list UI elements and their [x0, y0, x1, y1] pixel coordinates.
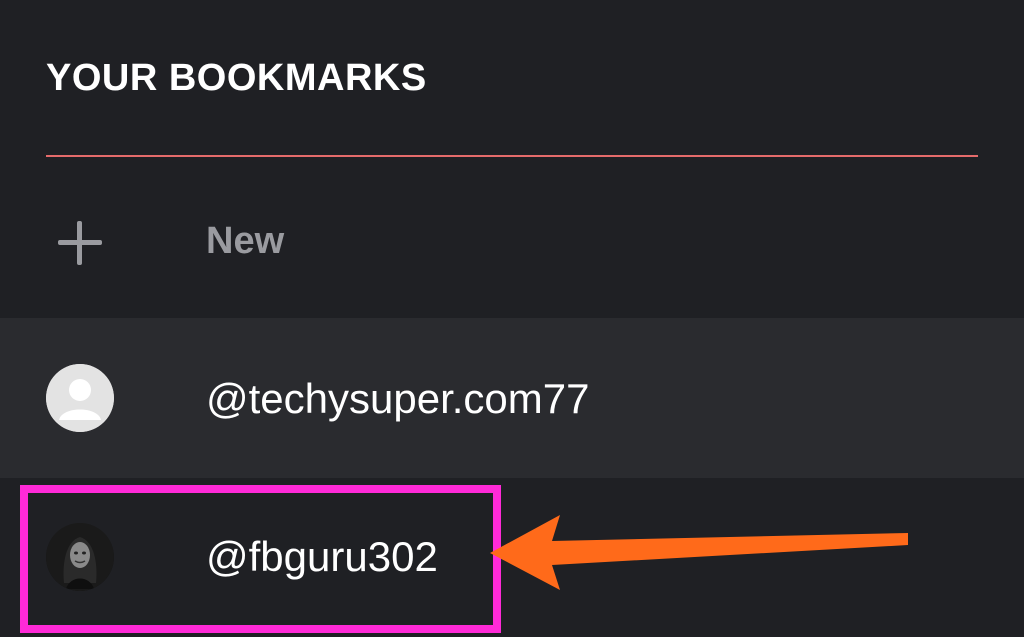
header-divider	[46, 155, 978, 157]
bookmark-username: @techysuper.com77	[206, 375, 590, 422]
bookmark-item[interactable]	[0, 478, 1024, 637]
new-bookmark-label: New	[206, 220, 285, 262]
new-bookmark-row[interactable]	[0, 178, 1024, 318]
plus-icon	[58, 221, 102, 265]
profile-photo-avatar	[46, 523, 114, 591]
bookmarks-screen: YOUR BOOKMARKS New @techysuper.com77 @fb…	[0, 0, 1024, 637]
bookmark-username: @fbguru302	[206, 533, 438, 580]
page-title: YOUR BOOKMARKS	[46, 57, 427, 99]
default-avatar-icon	[46, 364, 114, 432]
